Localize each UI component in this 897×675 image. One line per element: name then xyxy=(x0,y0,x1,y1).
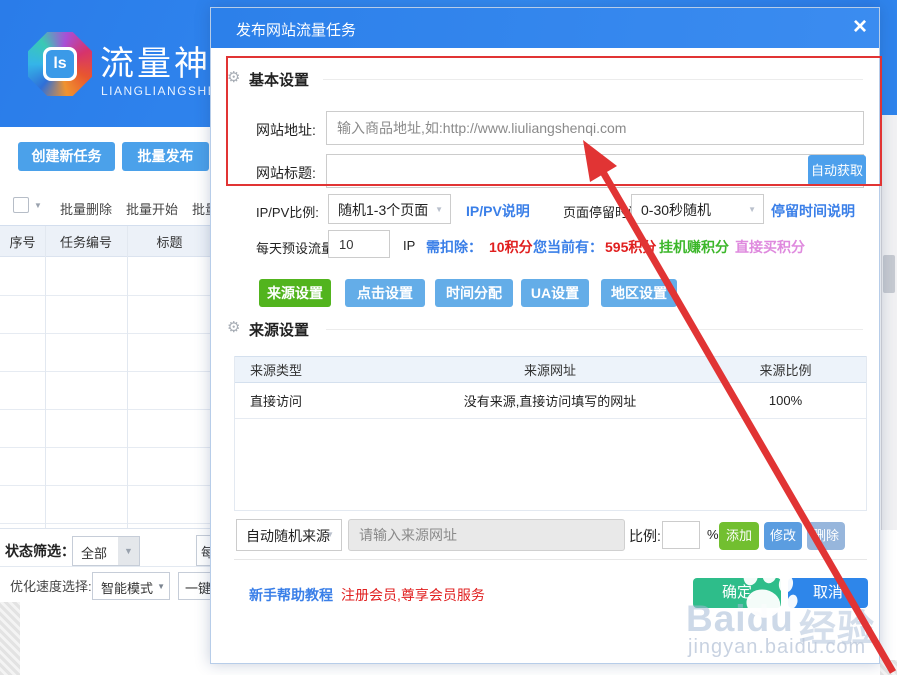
source-type-header: 来源类型 xyxy=(235,360,395,379)
ippv-ratio-value: 随机1-3个页面 xyxy=(338,202,428,218)
speed-mode-select[interactable]: 智能模式 ▼ xyxy=(92,572,170,600)
ippv-help-link[interactable]: IP/PV说明 xyxy=(466,201,530,221)
caret-down-icon: ▼ xyxy=(326,530,334,539)
source-type-select[interactable]: 自动随机来源 ▼ xyxy=(236,519,342,551)
status-filter-caret-icon[interactable]: ▼ xyxy=(118,537,139,565)
deduct-label: 需扣除： xyxy=(426,237,482,257)
daily-traffic-unit: IP xyxy=(403,238,415,253)
source-url-header: 来源网址 xyxy=(395,360,705,379)
one-key-button-clipped[interactable]: 一键 xyxy=(178,572,214,600)
batch-start-link[interactable]: 批量开始 xyxy=(126,199,178,218)
status-filter-select[interactable]: 全部 ▼ xyxy=(72,536,140,566)
screen: ls 流量神器 LIANGLIANGSHENQI 创建新任务 批量发布 ▼ 批量… xyxy=(0,0,897,675)
speed-select-label: 优化速度选择: xyxy=(10,576,92,595)
task-table-body xyxy=(0,258,212,528)
status-filter-value: 全部 xyxy=(81,546,107,561)
newbie-help-link[interactable]: 新手帮助教程 xyxy=(249,585,333,605)
ratio-label: 比例: xyxy=(629,526,661,546)
resize-grip[interactable] xyxy=(880,660,897,675)
website-url-input[interactable] xyxy=(326,111,864,145)
close-icon[interactable]: × xyxy=(853,15,867,39)
basic-settings-title: 基本设置 xyxy=(249,69,309,90)
batch-delete-link[interactable]: 批量删除 xyxy=(60,199,112,218)
column-divider xyxy=(45,226,46,528)
source-type-cell: 直接访问 xyxy=(235,391,395,410)
speed-select-row: 优化速度选择: 智能模式 ▼ 一键 xyxy=(0,566,212,602)
current-points-label: 您当前有： xyxy=(533,237,603,257)
tab-click-settings[interactable]: 点击设置 xyxy=(345,279,425,307)
select-all-checkbox[interactable] xyxy=(13,197,29,213)
modify-button[interactable]: 修改 xyxy=(764,522,802,550)
buy-points-link[interactable]: 直接买积分 xyxy=(735,237,805,257)
status-filter-row: 状态筛选： 全部 ▼ 每 xyxy=(0,528,212,566)
source-table: 来源类型 来源网址 来源比例 直接访问 没有来源,直接访问填写的网址 100% xyxy=(234,356,867,511)
column-divider xyxy=(127,226,128,528)
earn-points-link[interactable]: 挂机赚积分 xyxy=(659,237,729,257)
daily-traffic-label: 每天预设流量: xyxy=(256,238,338,257)
column-header-index: 序号 xyxy=(0,232,45,251)
source-settings-title: 来源设置 xyxy=(249,319,309,340)
website-title-input[interactable] xyxy=(326,154,864,188)
source-ratio-cell: 100% xyxy=(705,393,866,408)
add-button[interactable]: 添加 xyxy=(719,522,759,550)
stay-time-help-link[interactable]: 停留时间说明 xyxy=(771,201,855,221)
scrollbar-thumb[interactable] xyxy=(883,255,895,293)
gear-icon: ⚙ xyxy=(227,68,240,86)
percent-label: % xyxy=(707,527,719,542)
select-dropdown-caret-icon[interactable]: ▼ xyxy=(34,201,42,210)
column-header-title: 标题 xyxy=(127,232,212,251)
stay-time-select[interactable]: 0-30秒随机 ▼ xyxy=(631,194,764,224)
stay-time-value: 0-30秒随机 xyxy=(641,202,711,218)
resize-grip-texture xyxy=(0,602,20,675)
scrollbar-track[interactable] xyxy=(881,115,897,530)
tab-source-settings[interactable]: 来源设置 xyxy=(259,279,331,307)
caret-down-icon: ▼ xyxy=(435,205,443,214)
caret-down-icon: ▼ xyxy=(748,205,756,214)
source-table-header: 来源类型 来源网址 来源比例 xyxy=(235,356,866,383)
source-url-cell: 没有来源,直接访问填写的网址 xyxy=(395,391,705,410)
publish-task-dialog: 发布网站流量任务 × ⚙ 基本设置 网站地址: 网站标题: 自动获取 IP/PV… xyxy=(210,7,880,664)
current-points-value: 595积分 xyxy=(605,237,656,257)
gear-icon: ⚙ xyxy=(227,318,240,336)
website-title-label: 网站标题: xyxy=(256,163,316,183)
cancel-button[interactable]: 取消 xyxy=(788,578,868,608)
tab-region-settings[interactable]: 地区设置 xyxy=(601,279,677,307)
deduct-value: 10积分 xyxy=(489,237,533,257)
speed-mode-caret-icon: ▼ xyxy=(157,582,165,591)
ippv-ratio-label: IP/PV比例: xyxy=(256,202,319,221)
ok-button[interactable]: 确定 xyxy=(693,578,781,608)
app-logo-letters: ls xyxy=(46,50,74,78)
register-member-link[interactable]: 注册会员,尊享会员服务 xyxy=(341,585,485,605)
batch-publish-button[interactable]: 批量发布 xyxy=(122,142,209,171)
source-type-value: 自动随机来源 xyxy=(246,528,330,544)
create-task-button[interactable]: 创建新任务 xyxy=(18,142,115,171)
source-url-input[interactable] xyxy=(348,519,625,551)
dialog-header: 发布网站流量任务 × xyxy=(211,8,879,48)
source-table-row[interactable]: 直接访问 没有来源,直接访问填写的网址 100% xyxy=(235,383,866,419)
footer-divider xyxy=(234,559,867,560)
website-url-label: 网站地址: xyxy=(256,120,316,140)
dialog-title: 发布网站流量任务 xyxy=(236,19,356,40)
tab-time-allocation[interactable]: 时间分配 xyxy=(435,279,513,307)
section-divider xyxy=(326,329,863,330)
auto-get-button[interactable]: 自动获取 xyxy=(808,155,866,186)
speed-mode-value: 智能模式 xyxy=(101,581,153,596)
tab-ua-settings[interactable]: UA设置 xyxy=(521,279,589,307)
source-ratio-header: 来源比例 xyxy=(705,360,866,379)
delete-button[interactable]: 删除 xyxy=(807,522,845,550)
ippv-ratio-select[interactable]: 随机1-3个页面 ▼ xyxy=(328,194,451,224)
column-header-task-id: 任务编号 xyxy=(45,232,127,251)
section-divider xyxy=(323,79,863,80)
ratio-input[interactable] xyxy=(662,521,700,549)
status-filter-label: 状态筛选： xyxy=(5,541,75,561)
task-table-header: 序号 任务编号 标题 xyxy=(0,225,212,257)
main-header-edge xyxy=(880,0,897,115)
daily-traffic-input[interactable] xyxy=(328,230,390,258)
